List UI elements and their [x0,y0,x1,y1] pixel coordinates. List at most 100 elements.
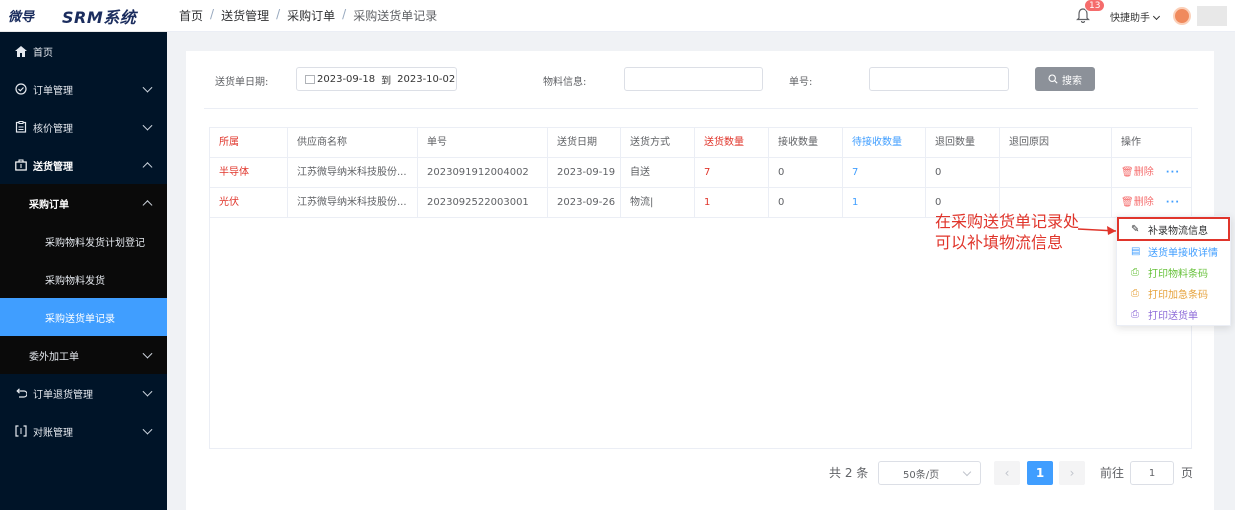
avatar[interactable] [1173,7,1191,25]
breadcrumb-current: 采购送货单记录 [353,9,438,23]
notification-badge: 13 [1084,0,1106,12]
sidebar-item-label: 首页 [33,47,53,59]
sidebar-item-label: 核价管理 [33,123,73,135]
sidebar-item-label: 送货管理 [33,161,73,173]
next-page-button[interactable]: › [1059,461,1085,485]
cell-actions: 🗑删除 ··· [1112,188,1191,217]
cell-order-no: 2023092522003001 [418,188,548,217]
material-label: 物料信息: [543,77,587,88]
date-range-picker[interactable]: 2023-09-18 到 2023-10-02 [296,67,457,91]
sidebar: 首页 订单管理 核价管理 送货管理 采购订单 采购物料发货计划登记 采购物料发货… [0,32,167,510]
trash-icon: 🗑 [1121,167,1134,178]
cell-order-no: 2023091912004002 [418,158,548,187]
annotation-arrow [1077,226,1117,235]
home-icon [14,44,28,58]
order-number-label: 单号: [789,77,813,88]
material-input[interactable] [624,67,763,91]
sidebar-item-delivery-mgmt[interactable]: 送货管理 [0,146,167,184]
cell-qty: 7 [695,158,769,187]
page-size-value: 50条/页 [903,469,940,481]
chevron-down-icon [142,120,153,131]
sidebar-item-home[interactable]: 首页 [0,32,167,70]
header-actions: 13 快捷助手 [1076,0,1235,32]
printer-icon: ⎙ [1131,309,1139,320]
sidebar-item-price-mgmt[interactable]: 核价管理 [0,108,167,146]
more-actions-button[interactable]: ··· [1166,197,1180,208]
delete-button[interactable]: 🗑删除 [1121,197,1154,208]
annotation-text: 在采购送货单记录处 可以补填物流信息 [935,211,1079,253]
cell-date: 2023-09-26 [548,188,621,217]
search-icon [1048,74,1058,84]
top-header: 首页 / 送货管理 / 采购订单 / 采购送货单记录 13 快捷助手 [167,0,1235,32]
cell-pending: 1 [843,188,926,217]
sidebar-item-order-mgmt[interactable]: 订单管理 [0,70,167,108]
bracket-frame-icon [14,424,28,438]
sidebar-item-material-ship[interactable]: 采购物料发货 [0,260,167,298]
menu-item-print-delivery-note[interactable]: ⎙ 打印送货单 [1117,304,1232,325]
breadcrumb-delivery[interactable]: 送货管理 [221,7,269,24]
sidebar-item-outsource[interactable]: 委外加工单 [0,336,167,374]
printer-icon: ⎙ [1131,267,1139,278]
table-row: 半导体 江苏微导纳米科技股份... 2023091912004002 2023-… [210,158,1191,188]
date-range-separator: 到 [381,75,392,87]
sidebar-item-delivery-record[interactable]: 采购送货单记录 [0,298,167,336]
sidebar-item-label: 委外加工单 [29,351,79,363]
briefcase-icon [14,158,28,172]
menu-item-label: 打印送货单 [1148,311,1198,322]
menu-item-label: 打印物料条码 [1148,269,1208,280]
menu-item-print-material-barcode[interactable]: ⎙ 打印物料条码 [1117,262,1232,283]
delete-button[interactable]: 🗑删除 [1121,167,1154,178]
cell-belong: 光伏 [210,188,288,217]
cell-date: 2023-09-19 [548,158,621,187]
quick-helper-menu[interactable]: 快捷助手 [1110,9,1161,24]
sidebar-item-purchase-order[interactable]: 采购订单 [0,184,167,222]
goto-page-input[interactable]: 1 [1130,461,1174,485]
col-method: 送货方式 [621,128,695,157]
cell-method: 物流| [621,188,695,217]
page-size-select[interactable]: 50条/页 [878,461,981,485]
delete-label: 删除 [1133,167,1154,178]
more-actions-button[interactable]: ··· [1166,167,1180,178]
chevron-down-icon [142,386,153,397]
chevron-down-icon [142,348,153,359]
order-number-input[interactable] [869,67,1009,91]
sidebar-item-reconcile-mgmt[interactable]: 对账管理 [0,412,167,450]
chevron-down-icon [962,467,972,477]
breadcrumb: 首页 / 送货管理 / 采购订单 / 采购送货单记录 [179,7,437,24]
pagination-total: 共 2 条 [829,466,869,480]
menu-item-receive-detail[interactable]: ▤ 送货单接收详情 [1117,241,1232,262]
col-belong: 所属 [210,128,288,157]
menu-item-print-urgent-barcode[interactable]: ⎙ 打印加急条码 [1117,283,1232,304]
breadcrumb-separator: / [276,7,281,21]
delete-label: 删除 [1133,197,1154,208]
chevron-down-icon [142,424,153,435]
date-label: 送货单日期: [215,77,269,88]
breadcrumb-home[interactable]: 首页 [179,7,203,24]
menu-item-label: 打印加急条码 [1148,290,1208,301]
chevron-down-icon [1152,12,1161,20]
col-supplier: 供应商名称 [288,128,418,157]
delivery-table: 所属 供应商名称 单号 送货日期 送货方式 送货数量 接收数量 待接收数量 退回… [209,127,1192,449]
prev-page-button[interactable]: ‹ [994,461,1020,485]
cell-actions: 🗑删除 ··· [1112,158,1191,187]
breadcrumb-purchase-order[interactable]: 采购订单 [287,7,335,24]
cell-received: 0 [769,188,843,217]
search-button[interactable]: 搜索 [1035,67,1095,91]
sidebar-item-delivery-plan[interactable]: 采购物料发货计划登记 [0,222,167,260]
sidebar-item-return-mgmt[interactable]: 订单退货管理 [0,374,167,412]
notification-bell[interactable]: 13 [1076,0,1106,24]
cell-supplier: 江苏微导纳米科技股份... [288,188,418,217]
chevron-down-icon [142,82,153,93]
page-button-current[interactable]: 1 [1027,461,1053,485]
chevron-up-icon [142,162,153,173]
col-returned: 退回数量 [926,128,1000,157]
sidebar-item-label: 采购物料发货 [45,275,105,287]
main-card: 送货单日期: 2023-09-18 到 2023-10-02 物料信息: 单号:… [186,51,1214,510]
sidebar-item-label: 采购订单 [29,199,69,211]
app-title: SRM系统 [62,7,137,27]
col-received: 接收数量 [769,128,843,157]
printer-icon: ⎙ [1131,288,1139,299]
breadcrumb-separator: / [342,7,347,21]
cell-supplier: 江苏微导纳米科技股份... [288,158,418,187]
col-order-no: 单号 [418,128,548,157]
